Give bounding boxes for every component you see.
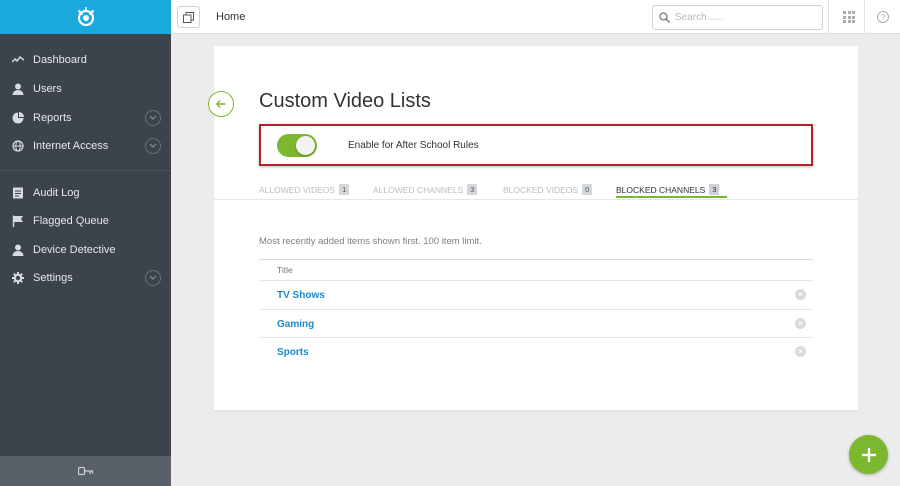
tabs-divider: [214, 199, 858, 200]
user-icon: [12, 83, 24, 95]
table-row: TV Shows ×: [259, 280, 813, 308]
highlight-frame: [259, 124, 813, 166]
search-input[interactable]: [675, 12, 815, 23]
tab-allowed-channels[interactable]: ALLOWED CHANNELS 3: [373, 184, 478, 195]
channel-link[interactable]: Sports: [277, 347, 309, 358]
flag-icon: [12, 215, 24, 227]
breadcrumb[interactable]: Home: [216, 11, 245, 23]
sidebar-collapse-button[interactable]: [0, 456, 171, 486]
sidebar-item-reports[interactable]: Reports: [0, 104, 171, 132]
topbar-divider: [828, 0, 829, 34]
back-button[interactable]: [208, 91, 234, 117]
gear-icon: [12, 272, 24, 284]
sidebar-item-label: Settings: [33, 272, 73, 284]
sidebar-item-label: Reports: [33, 112, 72, 124]
sidebar-item-dashboard[interactable]: Dashboard: [0, 46, 171, 74]
sidebar-item-label: Dashboard: [33, 54, 87, 66]
list-limit-note: Most recently added items shown first. 1…: [259, 236, 482, 247]
chevron-down-icon[interactable]: [145, 270, 161, 286]
sidebar-divider: [0, 170, 171, 171]
channel-link[interactable]: Gaming: [277, 319, 314, 330]
tab-blocked-channels[interactable]: BLOCKED CHANNELS 3: [616, 184, 720, 195]
sidebar-item-users[interactable]: Users: [0, 75, 171, 103]
search-icon: [659, 12, 670, 23]
table-row: Gaming ×: [259, 309, 813, 337]
remove-icon[interactable]: ×: [795, 289, 806, 300]
topbar: Home ?: [171, 0, 900, 34]
globe-icon: [12, 140, 24, 152]
logo-icon[interactable]: [75, 6, 97, 28]
sidebar-item-audit-log[interactable]: Audit Log: [0, 179, 171, 207]
user-icon: [12, 244, 24, 256]
tab-count-badge: 1: [339, 184, 350, 195]
sidebar-item-label: Flagged Queue: [33, 215, 109, 227]
help-icon[interactable]: ?: [877, 11, 889, 23]
arrow-left-icon: [216, 100, 226, 108]
toggle-label: Enable for After School Rules: [348, 140, 479, 151]
tab-count-badge: 3: [467, 184, 478, 195]
plus-icon: [861, 447, 876, 462]
sidebar-item-device-detective[interactable]: Device Detective: [0, 236, 171, 264]
table-top-border: [259, 259, 813, 260]
tab-label: ALLOWED CHANNELS: [373, 184, 464, 195]
after-school-rules-toggle[interactable]: [277, 134, 317, 157]
chevron-down-icon[interactable]: [145, 110, 161, 126]
table-row: Sports ×: [259, 337, 813, 365]
list-icon: [12, 187, 24, 199]
sidebar: Dashboard Users Reports Internet Access: [0, 0, 171, 486]
active-tab-indicator: [616, 196, 727, 198]
activity-icon: [12, 54, 24, 66]
channel-link[interactable]: TV Shows: [277, 290, 325, 301]
tab-blocked-videos[interactable]: BLOCKED VIDEOS 0: [503, 184, 593, 195]
windows-icon: [183, 11, 194, 23]
search-box[interactable]: [652, 5, 823, 30]
tab-label: ALLOWED VIDEOS: [259, 184, 336, 195]
sidebar-item-flagged-queue[interactable]: Flagged Queue: [0, 207, 171, 235]
sidebar-item-label: Audit Log: [33, 187, 80, 199]
sidebar-item-internet-access[interactable]: Internet Access: [0, 132, 171, 160]
topbar-divider: [864, 0, 865, 34]
remove-icon[interactable]: ×: [795, 318, 806, 329]
tab-count-badge: 3: [709, 184, 720, 195]
remove-icon[interactable]: ×: [795, 346, 806, 357]
tab-label: BLOCKED CHANNELS: [616, 184, 706, 195]
column-header-title: Title: [277, 265, 293, 275]
page-title: Custom Video Lists: [259, 90, 431, 112]
tab-label: BLOCKED VIDEOS: [503, 184, 579, 195]
tab-allowed-videos[interactable]: ALLOWED VIDEOS 1: [259, 184, 350, 195]
sidebar-item-label: Internet Access: [33, 140, 109, 152]
chevron-down-icon[interactable]: [145, 138, 161, 154]
sidebar-item-label: Users: [33, 83, 62, 95]
sidebar-item-settings[interactable]: Settings: [0, 264, 171, 292]
key-icon: [77, 466, 93, 476]
pie-chart-icon: [12, 112, 24, 124]
window-toggle-button[interactable]: [177, 6, 200, 28]
tab-count-badge: 0: [582, 184, 593, 195]
logo-bar: [0, 0, 171, 34]
toggle-knob: [296, 136, 315, 155]
sidebar-item-label: Device Detective: [33, 244, 116, 256]
add-button[interactable]: [849, 435, 888, 474]
apps-grid-icon[interactable]: [843, 11, 855, 23]
